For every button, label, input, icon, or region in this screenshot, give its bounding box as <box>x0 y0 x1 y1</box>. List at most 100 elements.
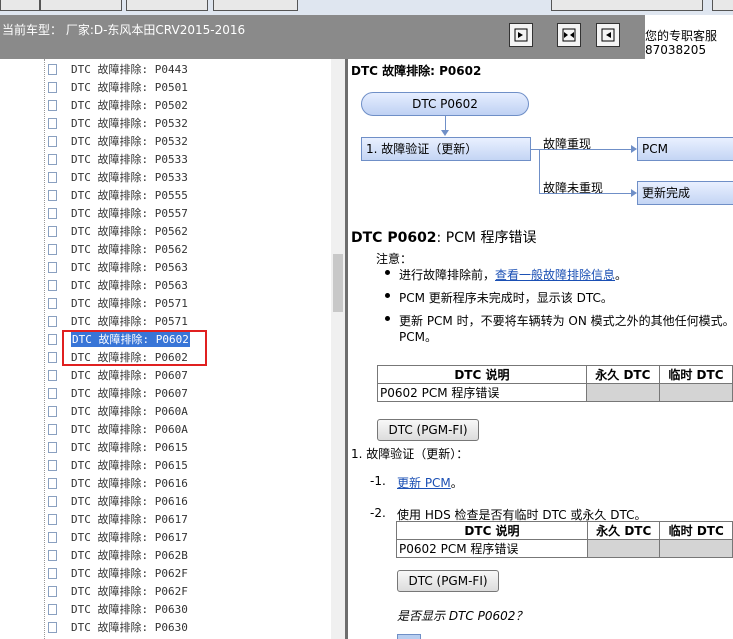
answer-button[interactable] <box>397 634 421 639</box>
tree-item[interactable]: DTC 故障排除: P0615 <box>48 438 188 456</box>
tree-item[interactable]: DTC 故障排除: P0617 <box>48 510 188 528</box>
table-header: 永久 DTC <box>586 521 661 540</box>
flow-start-node[interactable]: DTC P0602 <box>361 92 529 116</box>
service-label: 您的专职客服 <box>645 29 718 43</box>
tree-item-label: DTC 故障排除: P0616 <box>71 477 188 490</box>
tree-item[interactable]: DTC 故障排除: P0607 <box>48 384 188 402</box>
step1-label: 1. 故障验证（更新）： <box>351 447 469 461</box>
tree-item[interactable]: DTC 故障排除: P0532 <box>48 114 188 132</box>
document-icon <box>48 153 57 165</box>
flow-pcm-node[interactable]: PCM <box>637 137 733 161</box>
flow-connector <box>445 116 446 130</box>
flow-connector <box>539 149 540 193</box>
tree-item-label: DTC 故障排除: P0617 <box>71 531 188 544</box>
table-cell <box>586 539 661 558</box>
tree-item[interactable]: DTC 故障排除: P0533 <box>48 150 188 168</box>
toolbar-button[interactable] <box>213 0 298 11</box>
tree-item-label: DTC 故障排除: P0557 <box>71 207 188 220</box>
document-icon <box>48 585 57 597</box>
document-icon <box>48 405 57 417</box>
tree-item[interactable]: DTC 故障排除: P0443 <box>48 60 188 78</box>
document-icon <box>48 171 57 183</box>
toolbar-button[interactable] <box>0 0 40 11</box>
tree-item[interactable]: DTC 故障排除: P0557 <box>48 204 188 222</box>
document-icon <box>48 387 57 399</box>
tree-item-label: DTC 故障排除: P0562 <box>71 225 188 238</box>
flow-update-complete-node[interactable]: 更新完成 <box>637 181 733 205</box>
note-item: 进行故障排除前，查看一般故障排除信息。 <box>399 266 627 283</box>
bullet <box>385 316 390 321</box>
tree-item[interactable]: DTC 故障排除: P062B <box>48 546 188 564</box>
top-toolbar <box>0 0 733 15</box>
tree-item[interactable]: DTC 故障排除: P0616 <box>48 492 188 510</box>
dtc-pgm-fi-button[interactable]: DTC (PGM-FI) <box>377 419 479 441</box>
tree-item-label: DTC 故障排除: P0616 <box>71 495 188 508</box>
tree-item-label: DTC 故障排除: P0563 <box>71 279 188 292</box>
tree-scrollbar[interactable] <box>331 59 345 639</box>
tree-item[interactable]: DTC 故障排除: P0563 <box>48 258 188 276</box>
tree-item-label: DTC 故障排除: P0501 <box>71 81 188 94</box>
dtc-pgm-fi-button-2[interactable]: DTC (PGM-FI) <box>397 570 499 592</box>
tree-item-label: DTC 故障排除: P0533 <box>71 171 188 184</box>
toolbar-button[interactable] <box>551 0 703 11</box>
scrollbar-thumb[interactable] <box>333 254 343 312</box>
tree-item[interactable]: DTC 故障排除: P0630 <box>48 600 188 618</box>
dtc-heading-code: DTC P0602 <box>351 230 437 246</box>
tree-item[interactable]: DTC 故障排除: P0532 <box>48 132 188 150</box>
flow-arrow <box>441 130 449 136</box>
tree-item[interactable]: DTC 故障排除: P0562 <box>48 222 188 240</box>
toolbar-button[interactable] <box>712 0 733 11</box>
tree-item[interactable]: DTC 故障排除: P0562 <box>48 240 188 258</box>
highlight-annotation <box>62 330 207 366</box>
dtc-table: DTC 说明 永久 DTC 临时 DTC P0602 PCM 程序错误 <box>396 521 733 558</box>
tree-item-label: DTC 故障排除: P060A <box>71 405 188 418</box>
document-icon <box>48 549 57 561</box>
tree-item[interactable]: DTC 故障排除: P062F <box>48 564 188 582</box>
note-text: 进行故障排除前， <box>399 268 496 282</box>
bullet <box>385 293 390 298</box>
tree-item[interactable]: DTC 故障排除: P060A <box>48 420 188 438</box>
toolbar-button[interactable] <box>126 0 208 11</box>
split-view-button[interactable] <box>557 23 581 47</box>
tree-item[interactable]: DTC 故障排除: P0615 <box>48 456 188 474</box>
tree-item[interactable]: DTC 故障排除: P0502 <box>48 96 188 114</box>
tree-item[interactable]: DTC 故障排除: P0555 <box>48 186 188 204</box>
document-icon <box>48 333 57 345</box>
tree-item[interactable]: DTC 故障排除: P0533 <box>48 168 188 186</box>
dtc-heading: DTC P0602: PCM 程序错误 <box>351 227 536 247</box>
update-pcm-link[interactable]: 更新 PCM <box>397 476 451 490</box>
tree-item-label: DTC 故障排除: P062F <box>71 585 188 598</box>
dock-left-button[interactable] <box>596 23 620 47</box>
general-troubleshooting-link[interactable]: 查看一般故障排除信息 <box>495 268 615 282</box>
tree-item-label: DTC 故障排除: P062B <box>71 549 188 562</box>
tree-item[interactable]: DTC 故障排除: P062F <box>48 582 188 600</box>
tree-item[interactable]: DTC 故障排除: P0630 <box>48 618 188 636</box>
note-text: 。 <box>615 268 628 282</box>
service-phone: 87038205 <box>645 43 707 57</box>
tree-item[interactable]: DTC 故障排除: P0617 <box>48 528 188 546</box>
step1-1-text: 更新 PCM。 <box>397 474 463 491</box>
tree-item[interactable]: DTC 故障排除: P0571 <box>48 312 188 330</box>
step1-2-number: -2. <box>370 506 386 520</box>
dock-right-button[interactable] <box>509 23 533 47</box>
tree-item[interactable]: DTC 故障排除: P0607 <box>48 366 188 384</box>
tree-item[interactable]: DTC 故障排除: P0571 <box>48 294 188 312</box>
tree-item-label: DTC 故障排除: P0562 <box>71 243 188 256</box>
tree-item[interactable]: DTC 故障排除: P0563 <box>48 276 188 294</box>
tree-item-label: DTC 故障排除: P0563 <box>71 261 188 274</box>
tree-item-label: DTC 故障排除: P0617 <box>71 513 188 526</box>
tree-item[interactable]: DTC 故障排除: P060A <box>48 402 188 420</box>
table-cell <box>659 539 733 558</box>
tree-item-label: DTC 故障排除: P0630 <box>71 621 188 634</box>
step1-1-number: -1. <box>370 474 386 488</box>
page-title: DTC 故障排除: P0602 <box>351 64 482 78</box>
document-icon <box>48 477 57 489</box>
tree-item[interactable]: DTC 故障排除: P0501 <box>48 78 188 96</box>
tree-item-label: DTC 故障排除: P062F <box>71 567 188 580</box>
flow-step1-node[interactable]: 1. 故障验证（更新） <box>361 137 531 161</box>
table-cell <box>585 383 660 402</box>
document-icon <box>48 261 57 273</box>
tree-item[interactable]: DTC 故障排除: P0616 <box>48 474 188 492</box>
toolbar-button[interactable] <box>40 0 122 11</box>
document-icon <box>48 117 57 129</box>
